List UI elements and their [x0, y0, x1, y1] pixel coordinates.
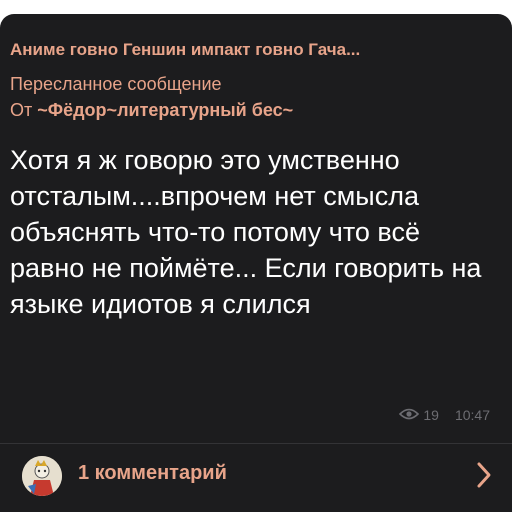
comments-button[interactable]: 1 комментарий	[0, 444, 512, 512]
message-time: 10:47	[454, 407, 490, 423]
comments-count[interactable]: 1 комментарий	[78, 462, 227, 485]
eye-icon	[399, 407, 420, 423]
forwarded-from-prefix: От	[10, 100, 38, 120]
view-count: 19	[423, 407, 439, 423]
forwarded-from[interactable]: От ~Фёдор~литературный бес~	[10, 100, 293, 121]
message-meta: 19 10:47	[399, 407, 490, 423]
message-text: Хотя я ж говорю это умственно отсталым..…	[10, 145, 482, 319]
forwarded-label: Пересланное сообщение	[10, 74, 222, 94]
commenter-avatar	[22, 456, 62, 496]
forwarded-author[interactable]: ~Фёдор~литературный бес~	[37, 100, 293, 120]
post-bubble: Аниме говно Геншин импакт говно Гача... …	[0, 14, 512, 512]
chevron-right-icon[interactable]	[476, 460, 492, 495]
channel-title[interactable]: Аниме говно Геншин импакт говно Гача...	[10, 40, 500, 60]
